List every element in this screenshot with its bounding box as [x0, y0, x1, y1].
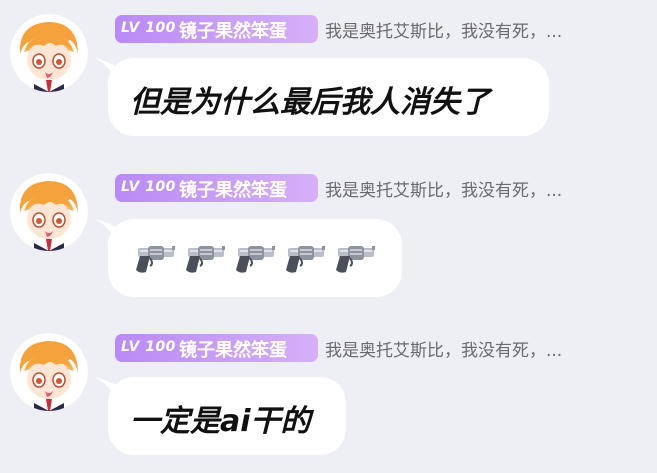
sender-signature: 我是奥托艾斯比，我没有死，...: [325, 22, 563, 42]
sender-signature: 我是奥托艾斯比，我没有死，...: [325, 181, 563, 201]
avatar[interactable]: [10, 14, 88, 92]
revolver-icon: [136, 246, 175, 273]
level-label: LV 100: [121, 339, 176, 355]
revolver-icon: [186, 246, 225, 273]
avatar-anime-boy-icon: [10, 173, 88, 251]
revolver-icon: [336, 246, 375, 273]
emoji-row: [128, 238, 378, 278]
sender-name: 镜子果然笨蛋: [179, 340, 287, 361]
revolver-icon: [236, 246, 275, 273]
level-label: LV 100: [121, 20, 176, 36]
level-label: LV 100: [121, 179, 176, 195]
message-header: LV 100 镜子果然笨蛋 我是奥托艾斯比，我没有死，...: [115, 15, 645, 45]
message-header: LV 100 镜子果然笨蛋 我是奥托艾斯比，我没有死，...: [115, 334, 645, 364]
avatar[interactable]: [10, 333, 88, 411]
chat-list: LV 100 镜子果然笨蛋 我是奥托艾斯比，我没有死，... 但是为什么最后我人…: [0, 0, 657, 473]
message-bubble[interactable]: [108, 219, 402, 297]
user-title-badge[interactable]: LV 100 镜子果然笨蛋: [115, 334, 318, 362]
user-title-badge[interactable]: LV 100 镜子果然笨蛋: [115, 15, 318, 43]
avatar-anime-boy-icon: [10, 14, 88, 92]
message-bubble[interactable]: 一定是ai干的: [108, 377, 346, 455]
user-title-badge[interactable]: LV 100 镜子果然笨蛋: [115, 174, 318, 202]
revolver-icon: [286, 246, 325, 273]
avatar[interactable]: [10, 173, 88, 251]
avatar-anime-boy-icon: [10, 333, 88, 411]
sender-name: 镜子果然笨蛋: [179, 180, 287, 201]
sender-signature: 我是奥托艾斯比，我没有死，...: [325, 341, 563, 361]
message-text: 一定是ai干的: [130, 404, 311, 439]
sender-name: 镜子果然笨蛋: [179, 21, 287, 42]
message-text: 但是为什么最后我人消失了: [130, 85, 490, 120]
message-bubble[interactable]: 但是为什么最后我人消失了: [108, 58, 549, 136]
message-header: LV 100 镜子果然笨蛋 我是奥托艾斯比，我没有死，...: [115, 174, 645, 204]
